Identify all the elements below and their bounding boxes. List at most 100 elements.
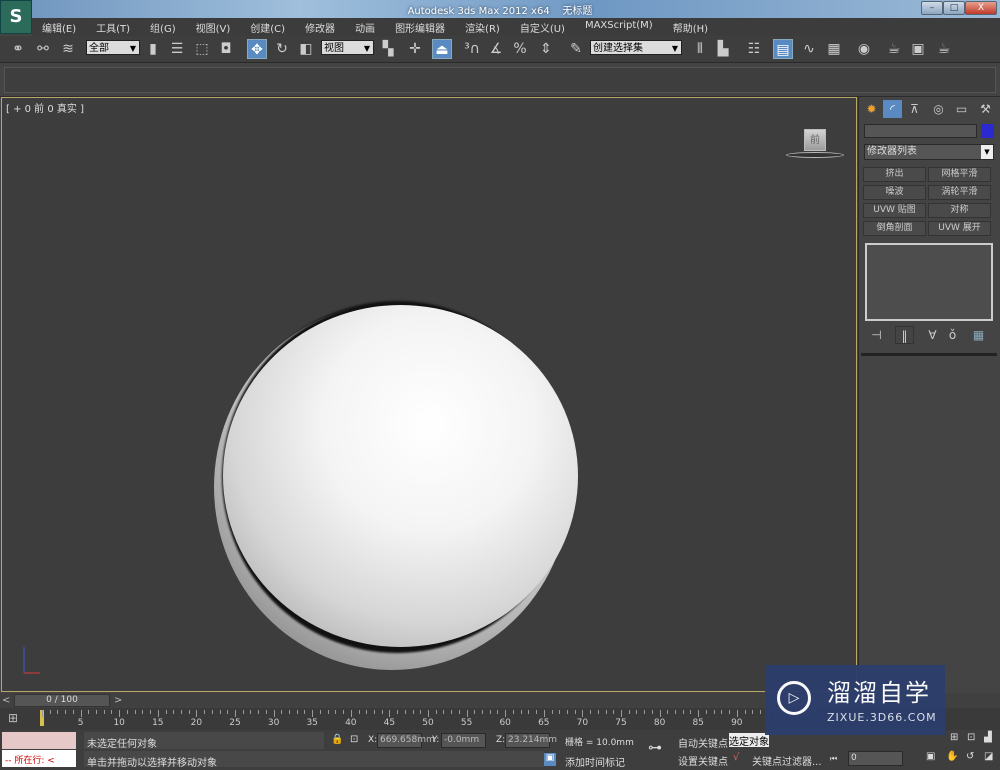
bind-spacewarp-icon[interactable]: ≋ [58,39,78,59]
time-tag-icon[interactable]: ▣ [544,753,556,766]
pin-stack-icon[interactable]: ⊣ [867,326,886,344]
hierarchy-tab-icon[interactable]: ⊼ [905,100,924,118]
modifier-list-dropdown[interactable]: 修改器列表 ▼ [864,144,994,160]
menu-modifiers[interactable]: 修改器 [295,18,345,36]
mirror-icon[interactable]: ⫴ [690,39,710,59]
menu-views[interactable]: 视图(V) [186,18,241,36]
configure-modifier-sets-icon[interactable]: ▦ [969,326,988,344]
select-object-icon[interactable]: ▮ [143,39,163,59]
absolute-mode-icon[interactable]: ⊡ [350,734,358,745]
show-end-result-icon[interactable]: ‖ [895,326,914,344]
reference-coordinate-dropdown[interactable]: 视图 ▼ [321,40,374,55]
percent-snap-icon[interactable]: % [510,39,530,59]
maxscript-listener[interactable] [2,732,76,749]
select-by-name-icon[interactable]: ☰ [167,39,187,59]
go-to-start-icon[interactable]: ⏮ [830,754,837,764]
select-move-icon[interactable]: ✥ [247,39,267,59]
menu-customize[interactable]: 自定义(U) [510,18,575,36]
symmetry-button[interactable]: 对称 [928,203,991,218]
remove-modifier-icon[interactable]: ǒ [943,326,962,344]
menu-group[interactable]: 组(G) [140,18,186,36]
lock-selection-icon[interactable]: 🔒 [331,734,343,745]
menu-create[interactable]: 创建(C) [240,18,295,36]
select-manipulate-icon[interactable]: ✛ [405,39,425,59]
viewport-label[interactable]: [ + 0 前 0 真实 ] [6,100,84,115]
menu-help[interactable]: 帮助(H) [663,18,718,36]
pivot-center-icon[interactable]: ▚ [378,39,398,59]
make-unique-icon[interactable]: ∀ [923,326,942,344]
angle-snap-icon[interactable]: ∡ [486,39,506,59]
key-filters-button[interactable]: 关键点过滤器... [752,753,822,768]
pan-icon[interactable]: ✋ [946,751,958,762]
set-key-mode-button[interactable]: 设置关键点 [678,753,728,768]
curve-editor-icon[interactable]: ∿ [799,39,819,59]
motion-tab-icon[interactable]: ◎ [929,100,948,118]
x-coordinate-field[interactable]: 669.658mm [377,733,435,748]
render-setup-icon[interactable]: ☕ [884,39,904,59]
unlink-icon[interactable]: ⚯ [33,39,53,59]
noise-button[interactable]: 噪波 [863,185,926,200]
select-scale-icon[interactable]: ◧ [296,39,316,59]
zoom-extents-icon[interactable]: ▣ [926,751,935,762]
y-coordinate-field[interactable]: -0.0mm [441,733,486,748]
graphite-ribbon-icon[interactable]: ▤ [773,39,793,59]
display-tab-icon[interactable]: ▭ [952,100,971,118]
menu-animation[interactable]: 动画 [345,18,385,36]
viewport-front[interactable]: [ + 0 前 0 真实 ] 前 [1,97,857,692]
layer-manager-icon[interactable]: ☷ [744,39,764,59]
time-slider-thumb[interactable]: 0 / 100 [14,694,110,707]
unwrap-uvw-button[interactable]: UVW 展开 [928,221,991,236]
meshsmooth-button[interactable]: 网格平滑 [928,167,991,182]
viewcube-ring[interactable] [786,152,844,158]
link-icon[interactable]: ⚭ [8,39,28,59]
spinner-snap-icon[interactable]: ⇕ [536,39,556,59]
z-coordinate-field[interactable]: 23.214mm [505,733,557,748]
render-production-icon[interactable]: ☕ [934,39,954,59]
rendered-frame-window-icon[interactable]: ▣ [908,39,928,59]
object-name-field[interactable] [864,124,977,138]
close-button[interactable]: X [965,1,997,15]
modify-tab-icon[interactable]: ◜ [883,100,902,118]
edit-named-selection-icon[interactable]: ✎ [566,39,586,59]
schematic-view-icon[interactable]: ▦ [824,39,844,59]
utilities-tab-icon[interactable]: ⚒ [976,100,995,118]
align-icon[interactable]: ▙ [713,39,733,59]
app-menu-logo-icon[interactable]: S [0,0,32,34]
menu-rendering[interactable]: 渲染(R) [455,18,510,36]
orbit-icon[interactable]: ↺ [966,751,974,762]
material-editor-icon[interactable]: ◉ [854,39,874,59]
zoom-extents-all-icon[interactable]: ⊞ [950,732,958,743]
sphere-object[interactable] [223,305,578,647]
snaps-toggle-icon[interactable]: ³∩ [462,39,482,59]
object-color-swatch[interactable] [981,124,994,138]
menu-tools[interactable]: 工具(T) [86,18,140,36]
turbosmooth-button[interactable]: 涡轮平滑 [928,185,991,200]
modifier-stack[interactable] [865,243,993,321]
rect-selection-icon[interactable]: ⬚ [192,39,212,59]
viewcube[interactable]: 前 [804,129,826,151]
window-crossing-icon[interactable]: ◘ [216,39,236,59]
uvw-map-button[interactable]: UVW 贴图 [863,203,926,218]
set-key-icon[interactable]: ⊶ [648,740,662,756]
menu-edit[interactable]: 编辑(E) [32,18,86,36]
prev-frame-button[interactable]: < [2,695,14,706]
select-rotate-icon[interactable]: ↻ [272,39,292,59]
add-time-tag-button[interactable]: 添加时间标记 [565,754,625,769]
mini-curve-editor-icon[interactable]: ⊞ [8,711,18,725]
named-selection-dropdown[interactable]: 创建选择集 ▼ [590,40,682,55]
selection-filter-dropdown[interactable]: 全部 ▼ [86,40,140,55]
extrude-button[interactable]: 挤出 [863,167,926,182]
key-selection-dropdown[interactable]: 选定对象 [729,733,769,747]
menu-graph-editors[interactable]: 图形编辑器 [385,18,455,36]
maximize-button[interactable]: □ [943,1,965,15]
next-frame-button[interactable]: > [114,695,126,706]
maxscript-line[interactable]: -- 所在行: < [2,750,76,767]
maximize-toggle-icon[interactable]: ◪ [984,751,993,762]
auto-key-button[interactable]: 自动关键点 [678,735,728,750]
keyboard-shortcut-override-icon[interactable]: ⏏ [432,39,452,59]
create-tab-icon[interactable]: ✹ [862,100,881,118]
field-of-view-icon[interactable]: ⊡ [967,732,975,743]
minimize-button[interactable]: – [921,1,943,15]
bevel-profile-button[interactable]: 倒角剖面 [863,221,926,236]
maximize-viewport-icon[interactable]: ▟ [984,732,992,743]
